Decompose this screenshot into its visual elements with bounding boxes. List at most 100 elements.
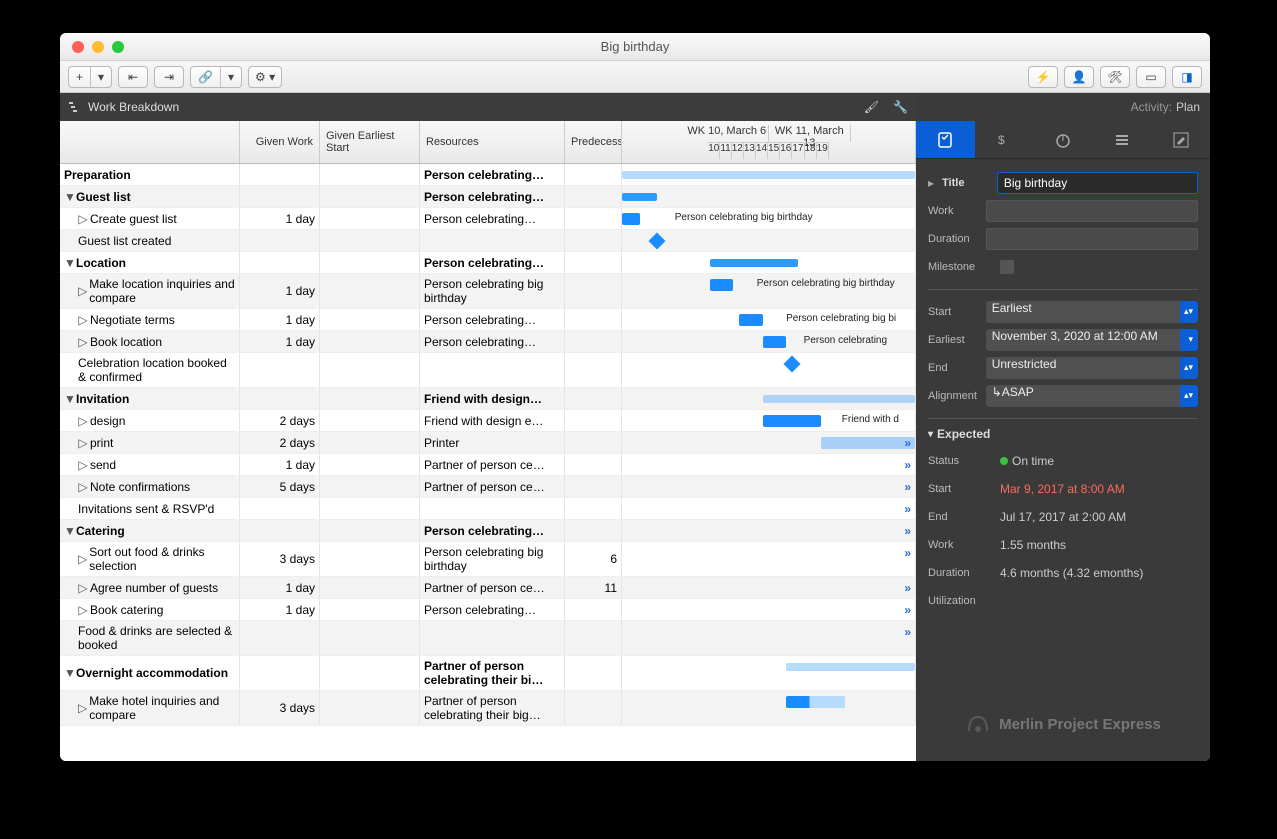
alignment-select[interactable]: ↳ASAP▴▾ <box>986 385 1198 407</box>
task-row[interactable]: ▷Make location inquiries and compare1 da… <box>60 274 916 309</box>
paint-icon[interactable]: 🖌 <box>864 100 879 114</box>
disclosure-icon[interactable]: ▷ <box>78 284 87 298</box>
more-icon[interactable]: » <box>904 581 911 595</box>
task-row[interactable]: ▷Book location1 dayPerson celebrating…Pe… <box>60 331 916 353</box>
gantt-bar[interactable] <box>786 696 845 708</box>
more-icon[interactable]: » <box>904 603 911 617</box>
task-row[interactable]: Celebration location booked & confirmed <box>60 353 916 388</box>
disclosure-icon[interactable]: ▷ <box>78 480 88 494</box>
disclosure-icon[interactable]: ▼ <box>64 392 74 406</box>
disclosure-icon[interactable]: ▷ <box>78 552 87 566</box>
task-row[interactable]: ▷Sort out food & drinks selection3 daysP… <box>60 542 916 577</box>
more-icon[interactable]: » <box>904 458 911 472</box>
more-icon[interactable]: » <box>904 524 911 538</box>
task-row[interactable]: ▼CateringPerson celebrating…» <box>60 520 916 542</box>
col-resources[interactable]: Resources <box>420 121 565 163</box>
panel-left-button[interactable]: ▭ <box>1136 66 1166 88</box>
end-select[interactable]: Unrestricted▴▾ <box>986 357 1198 379</box>
tab-edit[interactable] <box>1151 121 1210 159</box>
disclosure-icon[interactable]: ▷ <box>78 581 88 595</box>
task-row[interactable]: ▷print2 daysPrinter» <box>60 432 916 454</box>
disclosure-icon[interactable]: ▷ <box>78 603 88 617</box>
disclosure-icon[interactable]: ▷ <box>78 335 88 349</box>
outdent-button[interactable]: ⇤ <box>118 66 148 88</box>
wrench-icon[interactable]: 🔧 <box>893 100 908 114</box>
gantt-bar[interactable] <box>763 415 822 427</box>
gantt-bar[interactable] <box>710 279 733 291</box>
gantt-bar[interactable] <box>710 259 798 267</box>
disclosure-icon[interactable]: ▷ <box>78 414 88 428</box>
gantt-bar[interactable] <box>763 395 915 403</box>
expected-section[interactable]: Expected <box>928 427 1198 441</box>
task-row[interactable]: Guest list created <box>60 230 916 252</box>
task-row[interactable]: ▷Create guest list1 dayPerson celebratin… <box>60 208 916 230</box>
gantt-bar[interactable] <box>622 213 640 225</box>
indent-button[interactable]: ⇥ <box>154 66 184 88</box>
tab-timer[interactable] <box>1034 121 1093 159</box>
disclosure-icon[interactable]: ▼ <box>64 666 74 680</box>
col-predecessors[interactable]: Predecessors <box>565 121 622 163</box>
task-predecessor <box>565 520 622 541</box>
gantt-bar[interactable] <box>786 663 915 671</box>
gantt-bar[interactable] <box>622 171 915 179</box>
task-row[interactable]: ▷Note confirmations5 daysPartner of pers… <box>60 476 916 498</box>
add-button[interactable]: +▾ <box>68 66 112 88</box>
disclosure-icon[interactable]: ▼ <box>64 524 74 538</box>
milestone-checkbox[interactable] <box>1000 260 1014 274</box>
more-icon[interactable]: » <box>904 546 911 560</box>
task-resource: Person celebrating… <box>420 520 565 541</box>
task-row[interactable]: ▼Guest listPerson celebrating… <box>60 186 916 208</box>
more-icon[interactable]: » <box>904 480 911 494</box>
link-button[interactable]: 🔗▾ <box>190 66 242 88</box>
start-select[interactable]: Earliest▴▾ <box>986 301 1198 323</box>
gantt-bar[interactable] <box>763 336 786 348</box>
gantt-cell: » <box>622 498 916 519</box>
bolt-button[interactable]: ⚡ <box>1028 66 1058 88</box>
task-row[interactable]: ▷send1 dayPartner of person ce…» <box>60 454 916 476</box>
more-icon[interactable]: » <box>904 625 911 639</box>
task-row[interactable]: ▷Agree number of guests1 dayPartner of p… <box>60 577 916 599</box>
task-row[interactable]: ▷Book catering1 dayPerson celebrating…» <box>60 599 916 621</box>
disclosure-icon[interactable]: ▷ <box>78 313 88 327</box>
gantt-bar[interactable] <box>739 314 762 326</box>
disclosure-icon[interactable]: ▷ <box>78 212 88 226</box>
task-work: 1 day <box>240 208 320 229</box>
earliest-select[interactable]: November 3, 2020 at 12:00 AM▾ <box>986 329 1198 351</box>
task-row[interactable]: ▷Negotiate terms1 dayPerson celebrating…… <box>60 309 916 331</box>
task-row[interactable]: ▷Make hotel inquiries and compare3 daysP… <box>60 691 916 726</box>
task-row[interactable]: ▷design2 daysFriend with design e…Friend… <box>60 410 916 432</box>
milestone-icon[interactable] <box>784 356 801 373</box>
disclosure-icon[interactable]: ▷ <box>78 701 87 715</box>
task-row[interactable]: PreparationPerson celebrating… <box>60 164 916 186</box>
disclosure-icon[interactable]: ▼ <box>64 190 74 204</box>
tab-info[interactable] <box>916 121 975 159</box>
disclosure-icon[interactable]: ▼ <box>64 256 74 270</box>
task-row[interactable]: ▼Overnight accommodationPartner of perso… <box>60 656 916 691</box>
person-button[interactable]: 👤 <box>1064 66 1094 88</box>
panel-right-button[interactable]: ◨ <box>1172 66 1202 88</box>
inspector-tabs: $ <box>916 121 1210 159</box>
task-row[interactable]: Invitations sent & RSVP'd» <box>60 498 916 520</box>
task-row[interactable]: ▼LocationPerson celebrating… <box>60 252 916 274</box>
tab-list[interactable] <box>1092 121 1151 159</box>
tools-button[interactable]: 🛠 <box>1100 66 1130 88</box>
disclosure-icon[interactable]: ▷ <box>78 436 88 450</box>
tab-finance[interactable]: $ <box>975 121 1034 159</box>
gear-button[interactable]: ⚙ ▾ <box>248 66 282 88</box>
more-icon[interactable]: » <box>904 436 911 450</box>
disclosure-icon[interactable]: ▷ <box>78 458 88 472</box>
gantt-bar[interactable] <box>622 193 657 201</box>
gantt-bar[interactable] <box>821 437 915 449</box>
more-icon[interactable]: » <box>904 502 911 516</box>
task-row[interactable]: ▼InvitationFriend with design… <box>60 388 916 410</box>
title-input[interactable] <box>997 172 1198 194</box>
col-given-work[interactable]: Given Work <box>240 121 320 163</box>
milestone-icon[interactable] <box>649 233 666 250</box>
task-work: 1 day <box>240 309 320 330</box>
task-row[interactable]: Food & drinks are selected & booked» <box>60 621 916 656</box>
col-name[interactable] <box>60 121 240 163</box>
work-input[interactable] <box>986 200 1198 222</box>
task-resource: Person celebrating… <box>420 309 565 330</box>
duration-input[interactable] <box>986 228 1198 250</box>
col-given-earliest[interactable]: Given Earliest Start <box>320 121 420 163</box>
